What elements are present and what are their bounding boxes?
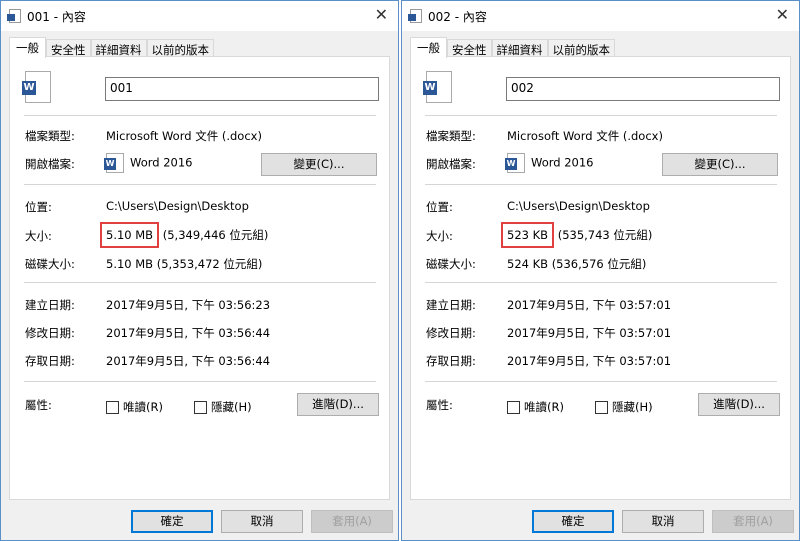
opens-with-app: Word 2016 [531, 155, 594, 170]
file-type-label: 檔案類型: [426, 129, 476, 143]
readonly-checkbox[interactable]: 唯讀(R) [507, 399, 564, 415]
checkbox-box[interactable] [106, 401, 119, 414]
ok-button[interactable]: 確定 [532, 510, 614, 533]
location-value: C:\Users\Design\Desktop [106, 199, 249, 213]
tab-security[interactable]: 安全性 [46, 39, 91, 57]
close-icon[interactable]: ✕ [375, 5, 388, 24]
divider [24, 184, 376, 185]
size-highlight: 523 KB [501, 222, 555, 248]
change-button[interactable]: 變更(C)... [662, 153, 778, 176]
title-bar: 002 - 內容 ✕ [402, 1, 799, 31]
divider [425, 381, 777, 382]
checkbox-box[interactable] [507, 401, 520, 414]
tab-bar: 一般 安全性 詳細資料 以前的版本 [9, 37, 214, 58]
word-file-icon [423, 71, 452, 103]
location-value: C:\Users\Design\Desktop [507, 199, 650, 213]
hidden-checkbox[interactable]: 隱藏(H) [194, 399, 252, 415]
opens-with-value: Word 2016 [104, 153, 193, 173]
opens-with-label: 開啟檔案: [426, 157, 476, 171]
divider [24, 115, 376, 116]
size-value: 5.10 MB (5,349,446 位元組) [100, 222, 269, 248]
disk-size-label: 磁碟大小: [426, 257, 476, 271]
word-doc-icon [408, 9, 422, 23]
size-label: 大小: [25, 229, 52, 243]
filename-input[interactable]: 001 [105, 77, 379, 101]
tab-security[interactable]: 安全性 [447, 39, 492, 57]
ok-button[interactable]: 確定 [131, 510, 213, 533]
size-bytes: (5,349,446 位元組) [159, 228, 269, 242]
location-label: 位置: [25, 200, 52, 214]
modified-value: 2017年9月5日, 下午 03:57:01 [507, 326, 672, 340]
modified-value: 2017年9月5日, 下午 03:56:44 [106, 326, 271, 340]
advanced-button[interactable]: 進階(D)... [698, 393, 780, 416]
divider [24, 381, 376, 382]
readonly-label: 唯讀(R) [123, 400, 163, 414]
size-bytes: (535,743 位元組) [554, 228, 653, 242]
tab-bar: 一般 安全性 詳細資料 以前的版本 [410, 37, 615, 58]
readonly-checkbox[interactable]: 唯讀(R) [106, 399, 163, 415]
properties-dialog: 001 - 內容 ✕ 一般 安全性 詳細資料 以前的版本 001 檔案類型: M… [0, 0, 399, 541]
close-icon[interactable]: ✕ [776, 5, 789, 24]
cancel-button[interactable]: 取消 [622, 510, 704, 533]
word-file-icon [22, 71, 51, 103]
divider [425, 115, 777, 116]
location-label: 位置: [426, 200, 453, 214]
disk-size-value: 524 KB (536,576 位元組) [507, 257, 647, 271]
opens-with-app: Word 2016 [130, 155, 193, 170]
modified-label: 修改日期: [426, 326, 476, 340]
hidden-checkbox[interactable]: 隱藏(H) [595, 399, 653, 415]
opens-with-label: 開啟檔案: [25, 157, 75, 171]
word-doc-icon [7, 9, 21, 23]
file-type-value: Microsoft Word 文件 (.docx) [507, 129, 663, 143]
hidden-label: 隱藏(H) [211, 400, 252, 414]
hidden-label: 隱藏(H) [612, 400, 653, 414]
filename-input[interactable]: 002 [506, 77, 780, 101]
advanced-button[interactable]: 進階(D)... [297, 393, 379, 416]
disk-size-value: 5.10 MB (5,353,472 位元組) [106, 257, 263, 271]
apply-button[interactable]: 套用(A) [311, 510, 393, 533]
tab-general[interactable]: 一般 [9, 37, 46, 58]
accessed-label: 存取日期: [426, 354, 476, 368]
tab-general[interactable]: 一般 [410, 37, 447, 58]
properties-dialog: 002 - 內容 ✕ 一般 安全性 詳細資料 以前的版本 002 檔案類型: M… [401, 0, 800, 541]
divider [425, 282, 777, 283]
apply-button[interactable]: 套用(A) [712, 510, 794, 533]
created-label: 建立日期: [25, 298, 75, 312]
accessed-value: 2017年9月5日, 下午 03:56:44 [106, 354, 271, 368]
opens-with-value: Word 2016 [505, 153, 594, 173]
tab-previous-versions[interactable]: 以前的版本 [547, 39, 615, 57]
tab-details[interactable]: 詳細資料 [491, 39, 548, 57]
attributes-label: 屬性: [426, 398, 453, 412]
file-type-value: Microsoft Word 文件 (.docx) [106, 129, 262, 143]
title-bar: 001 - 內容 ✕ [1, 1, 398, 31]
created-label: 建立日期: [426, 298, 476, 312]
created-value: 2017年9月5日, 下午 03:57:01 [507, 298, 672, 312]
divider [24, 282, 376, 283]
size-label: 大小: [426, 229, 453, 243]
general-panel: 002 檔案類型: Microsoft Word 文件 (.docx) 開啟檔案… [410, 56, 791, 500]
tab-previous-versions[interactable]: 以前的版本 [146, 39, 214, 57]
modified-label: 修改日期: [25, 326, 75, 340]
window-title: 002 - 內容 [428, 9, 487, 24]
size-highlight: 5.10 MB [100, 222, 160, 248]
checkbox-box[interactable] [194, 401, 207, 414]
tab-details[interactable]: 詳細資料 [90, 39, 147, 57]
disk-size-label: 磁碟大小: [25, 257, 75, 271]
word-app-icon [505, 153, 525, 173]
change-button[interactable]: 變更(C)... [261, 153, 377, 176]
readonly-label: 唯讀(R) [524, 400, 564, 414]
file-type-label: 檔案類型: [25, 129, 75, 143]
divider [425, 184, 777, 185]
size-value: 523 KB (535,743 位元組) [501, 222, 653, 248]
word-app-icon [104, 153, 124, 173]
cancel-button[interactable]: 取消 [221, 510, 303, 533]
checkbox-box[interactable] [595, 401, 608, 414]
general-panel: 001 檔案類型: Microsoft Word 文件 (.docx) 開啟檔案… [9, 56, 390, 500]
created-value: 2017年9月5日, 下午 03:56:23 [106, 298, 271, 312]
attributes-label: 屬性: [25, 398, 52, 412]
window-title: 001 - 內容 [27, 9, 86, 24]
accessed-label: 存取日期: [25, 354, 75, 368]
accessed-value: 2017年9月5日, 下午 03:57:01 [507, 354, 672, 368]
